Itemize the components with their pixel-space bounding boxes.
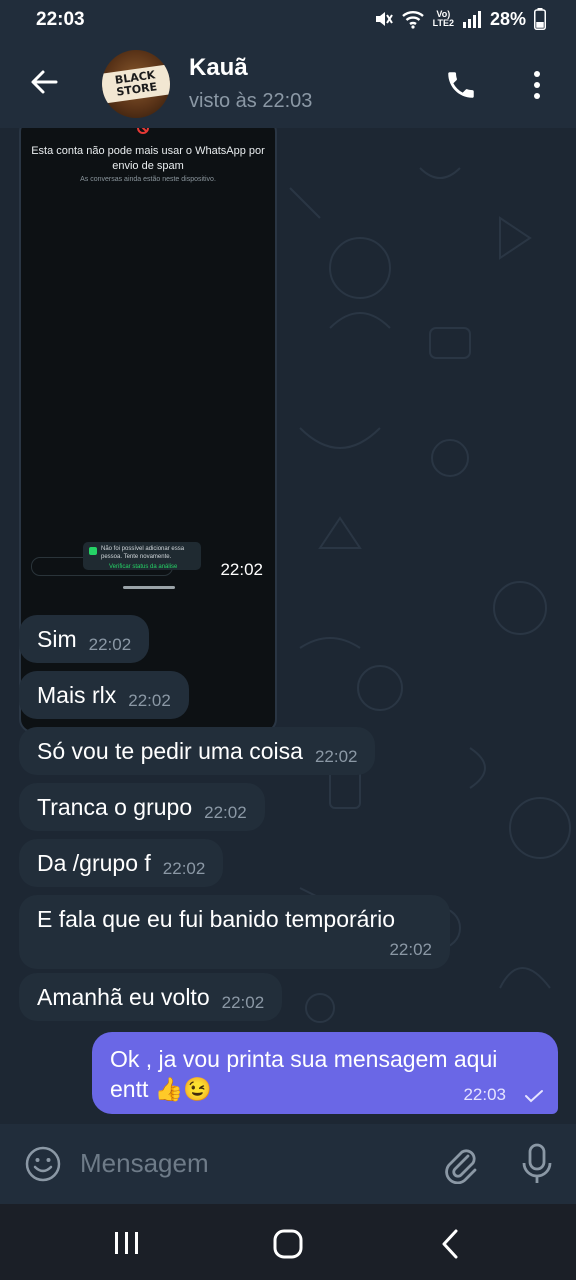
toast-dot (89, 547, 97, 555)
system-navigation-bar (0, 1204, 576, 1280)
message-text: Só vou te pedir uma coisa (37, 738, 303, 764)
status-bar: 22:03 Vo) LTE2 28% (0, 0, 576, 40)
status-time: 22:03 (36, 9, 85, 30)
message-time: 22:02 (314, 747, 358, 766)
message-time: 22:02 (204, 803, 247, 822)
contact-name[interactable]: Kauã (189, 54, 248, 82)
home-icon[interactable] (272, 1228, 304, 1260)
network-label: LTE2 (432, 18, 454, 28)
recent-apps-icon[interactable] (112, 1230, 142, 1256)
message-text: Mais rlx (37, 682, 117, 708)
message-text: Sim (37, 626, 77, 652)
incoming-message[interactable]: E fala que eu fui banido temporário 22:0… (19, 895, 450, 969)
avatar-logo: BLACK STORE (102, 64, 170, 104)
message-time: 22:02 (128, 691, 171, 710)
attach-icon[interactable] (442, 1144, 480, 1184)
chat-header: BLACK STORE Kauã visto às 22:03 (0, 40, 576, 128)
microphone-icon[interactable] (520, 1142, 554, 1186)
message-time: 22:02 (88, 635, 132, 654)
message-time: 22:02 (220, 560, 263, 579)
message-time: 22:02 (162, 859, 206, 878)
more-options-icon[interactable] (524, 68, 550, 102)
emoji-icon[interactable] (24, 1145, 62, 1183)
message-text: Amanhã eu volto (37, 984, 210, 1010)
screenshot-title: Esta conta não pode mais usar o WhatsApp… (31, 145, 265, 172)
mute-icon (375, 12, 393, 26)
message-text: E fala que eu fui banido temporário (37, 906, 396, 932)
battery-percent: 28% (489, 8, 526, 29)
back-icon[interactable] (438, 1228, 462, 1260)
toast-text: Não foi possível adicionar essa pessoa. … (101, 546, 185, 560)
incoming-message[interactable]: Sim 22:02 (19, 615, 150, 663)
battery-icon (534, 8, 546, 30)
message-input-bar: Mensagem (0, 1124, 576, 1204)
last-seen-status: visto às 22:03 (189, 90, 313, 112)
chat-area[interactable]: Esta conta não pode mais usar o WhatsApp… (0, 128, 576, 1124)
screenshot-home-indicator (123, 586, 175, 589)
message-text: Tranca o grupo (37, 794, 193, 820)
message-text: Da /grupo f (37, 850, 151, 876)
message-input[interactable]: Mensagem (80, 1148, 209, 1179)
incoming-message[interactable]: Tranca o grupo 22:02 (19, 783, 265, 831)
screenshot-subtitle: As conversas ainda estão neste dispositi… (80, 176, 216, 183)
incoming-message[interactable]: Só vou te pedir uma coisa 22:02 (19, 727, 376, 775)
status-icons: Vo) LTE2 28% (373, 8, 546, 30)
toast-link: Verificar status da análise (109, 564, 178, 570)
outgoing-message[interactable]: Ok , ja vou printa sua mensagem aqui ent… (92, 1032, 558, 1114)
back-arrow-icon[interactable] (28, 66, 60, 98)
sent-check-icon (525, 1090, 543, 1103)
volte-indicator: Vo) LTE2 (433, 10, 454, 28)
signal-icon (462, 11, 481, 28)
avatar[interactable]: BLACK STORE (102, 50, 170, 118)
message-time: 22:02 (389, 940, 432, 959)
incoming-message[interactable]: Amanhã eu volto 22:02 (19, 973, 283, 1021)
message-time: 22:03 (463, 1085, 506, 1104)
message-time: 22:02 (221, 993, 265, 1012)
incoming-message[interactable]: Da /grupo f 22:02 (19, 839, 224, 887)
banned-icon (137, 128, 149, 134)
incoming-message[interactable]: Mais rlx 22:02 (19, 671, 189, 719)
phone-call-icon[interactable] (444, 68, 478, 102)
wifi-icon (401, 11, 424, 29)
